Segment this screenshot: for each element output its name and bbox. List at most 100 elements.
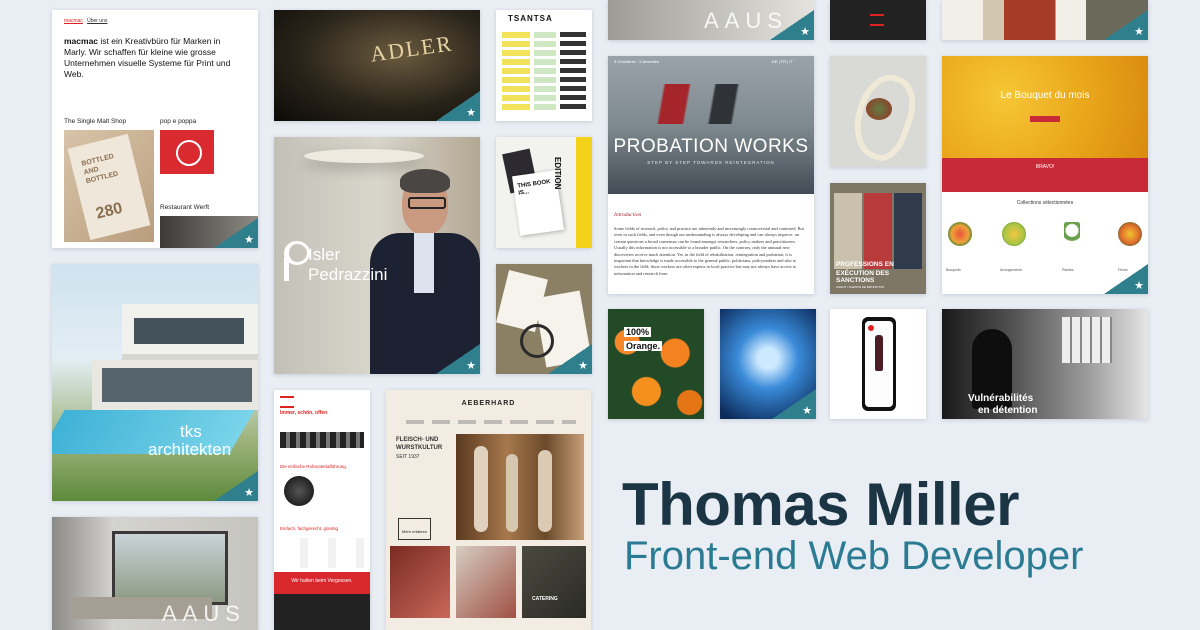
promo-tagline: Einfach, fachgerecht, günstig [280, 526, 339, 531]
aeberhard-button[interactable]: Mehr erfahren [398, 518, 432, 540]
nav-item-ueber[interactable]: Über uns [87, 18, 107, 24]
promo-cta[interactable]: Wir halten beim Vergessen. [274, 572, 370, 594]
tile-adler[interactable]: ADLER ★ [274, 10, 480, 121]
macmac-intro-brand: macmac [64, 36, 99, 46]
bouquet-hero [942, 56, 1148, 158]
tile-aeberhard[interactable]: AEBERHARD FLEISCH- UND WURSTKULTUR SEIT … [386, 390, 591, 630]
bouquet-item-2-label: Arrangements [1000, 268, 1022, 272]
promo-logo-icon [280, 396, 294, 408]
probation-body: Some fields of research, policy and prac… [614, 226, 804, 276]
promo-circle [284, 476, 314, 506]
aeberhard-salami-1 [474, 446, 488, 532]
probation-subtitle: STEP BY STEP TOWARDS REINTEGRATION [647, 160, 775, 165]
tks-logo-line2: architekten [148, 440, 232, 459]
isler-line1: Isler [308, 245, 341, 264]
star-badge: ★ [214, 471, 258, 501]
tile-food-top[interactable]: ★ [942, 0, 1148, 40]
vulnerabilites-line1: Vulnérabilités [968, 393, 1034, 404]
tile-promo-page[interactable]: Immer, schön, offen Die einfache Rohmate… [274, 390, 370, 630]
bouquet-item-3-label: Plantes [1062, 268, 1074, 272]
wine-bottle-icon [875, 335, 883, 371]
star-badge: ★ [1104, 10, 1148, 40]
person-shirt [414, 233, 434, 293]
aeberhard-catering-image [522, 546, 586, 618]
bouquet-item-3-icon[interactable] [1064, 222, 1080, 250]
promo-icons-row [280, 538, 364, 568]
dark-red-logo-icon [870, 14, 884, 26]
orange-line2: Orange. [624, 341, 663, 351]
star-icon: ★ [244, 233, 254, 246]
star-icon: ★ [1134, 25, 1144, 38]
probation-hero [608, 56, 814, 194]
bouquet-title: Le Bouquet du mois [1000, 90, 1090, 101]
adler-sign: ADLER [368, 30, 455, 67]
professions-line2: EXÉCUTION DES SANCTIONS [836, 270, 890, 284]
locker-1 [834, 193, 862, 269]
aeberhard-salami-3 [538, 450, 552, 532]
probation-title: PROBATION WORKS [613, 136, 809, 157]
star-icon: ★ [1134, 279, 1144, 292]
aeberhard-headline: FLEISCH- UND WURSTKULTUR [396, 437, 443, 451]
promo-film-strip [280, 432, 364, 448]
house-lower-windows [102, 368, 252, 402]
tsantsa-grid-3 [560, 32, 586, 112]
tile-probation-works[interactable]: 4 Chambres · 6 Amenités DE | FR | IT PRO… [608, 56, 814, 294]
aeberhard-meat-1 [390, 546, 450, 618]
star-icon: ★ [800, 25, 810, 38]
edition-stripe [576, 137, 592, 248]
star-badge: ★ [770, 10, 814, 40]
star-badge: ★ [772, 389, 816, 419]
star-icon: ★ [466, 106, 476, 119]
macmac-project-2-image[interactable] [160, 130, 214, 174]
tile-vulnerabilites[interactable]: Vulnérabilités en détention [942, 309, 1148, 419]
person-glasses [408, 197, 446, 209]
tile-professions[interactable]: PROFESSIONS EN EXÉCUTION DES SANCTIONS A… [830, 183, 926, 294]
star-icon: ★ [578, 359, 588, 372]
tile-interior[interactable]: AAUS [52, 517, 258, 630]
bouquet-item-4-icon[interactable] [1118, 222, 1142, 246]
macmac-project-2-title: pop e poppa [160, 118, 197, 125]
window-bars [1062, 317, 1112, 363]
aeberhard-button-label: Mehr erfahren [402, 529, 428, 534]
bouquet-bravo: BRAVO! [1035, 164, 1055, 170]
tsantsa-grid-1 [502, 32, 530, 112]
macmac-project-1-title: The Single Malt Shop [64, 118, 127, 125]
star-badge: ★ [214, 218, 258, 248]
tile-tsantsa[interactable]: TSANTSA [496, 10, 592, 121]
tile-olive-book[interactable]: ★ [496, 264, 592, 374]
aaus-logo: AAUS [162, 601, 246, 626]
macmac-project-1-image[interactable]: BOTTLED AND BOTTLED 280 [64, 130, 154, 242]
tile-edition[interactable]: THIS BOOK IS... EDITION [496, 137, 592, 248]
tile-sculpture[interactable] [830, 56, 926, 167]
bouquet-collections: Collections sélectionnées [1016, 200, 1074, 206]
promo-section: Die einfache Rohmaterialführung. [280, 464, 348, 469]
bouquet-item-2-icon[interactable] [1002, 222, 1026, 246]
locker-2 [864, 193, 892, 269]
macmac-nav: macmac Über uns [64, 18, 107, 24]
tile-bouquet[interactable]: Le Bouquet du mois BRAVO! Collections sé… [942, 56, 1148, 294]
probation-lang[interactable]: DE | FR | IT [772, 59, 793, 64]
edition-label: EDITION [553, 157, 562, 190]
bottle-label-number: 280 [94, 199, 125, 223]
professions-footer: AGENT / AGENTE DE DÉTENTION [836, 285, 885, 289]
bouquet-button[interactable] [1030, 116, 1060, 122]
nav-item-macmac[interactable]: macmac [64, 18, 83, 24]
house-windows [134, 318, 244, 344]
hero-name: Thomas Miller [622, 471, 1019, 538]
tile-orange[interactable]: 100% Orange. [608, 309, 704, 419]
pop-circle-icon [176, 140, 202, 166]
phone-logo-icon [868, 325, 874, 331]
tile-dark-red-top[interactable] [830, 0, 926, 40]
tile-isler-pedrazzini[interactable]: Isler Pedrazzini ★ [274, 137, 480, 374]
hero-role: Front-end Web Developer [624, 534, 1084, 578]
aeberhard-salami-2 [506, 454, 518, 532]
tile-phone-wine[interactable] [830, 309, 926, 419]
star-icon: ★ [244, 486, 254, 499]
vulnerabilites-line2: en détention [978, 405, 1038, 416]
tile-tks-architekten[interactable]: tks architekten ★ [52, 264, 258, 501]
tile-blue-light[interactable]: ★ [720, 309, 816, 419]
tile-aaus-top[interactable]: AAUS ★ [608, 0, 814, 40]
aeberhard-catering-label: CATERING [532, 596, 558, 602]
bouquet-item-1-icon[interactable] [948, 222, 972, 246]
tile-macmac[interactable]: macmac Über uns macmac ist ein Kreativbü… [52, 10, 258, 248]
